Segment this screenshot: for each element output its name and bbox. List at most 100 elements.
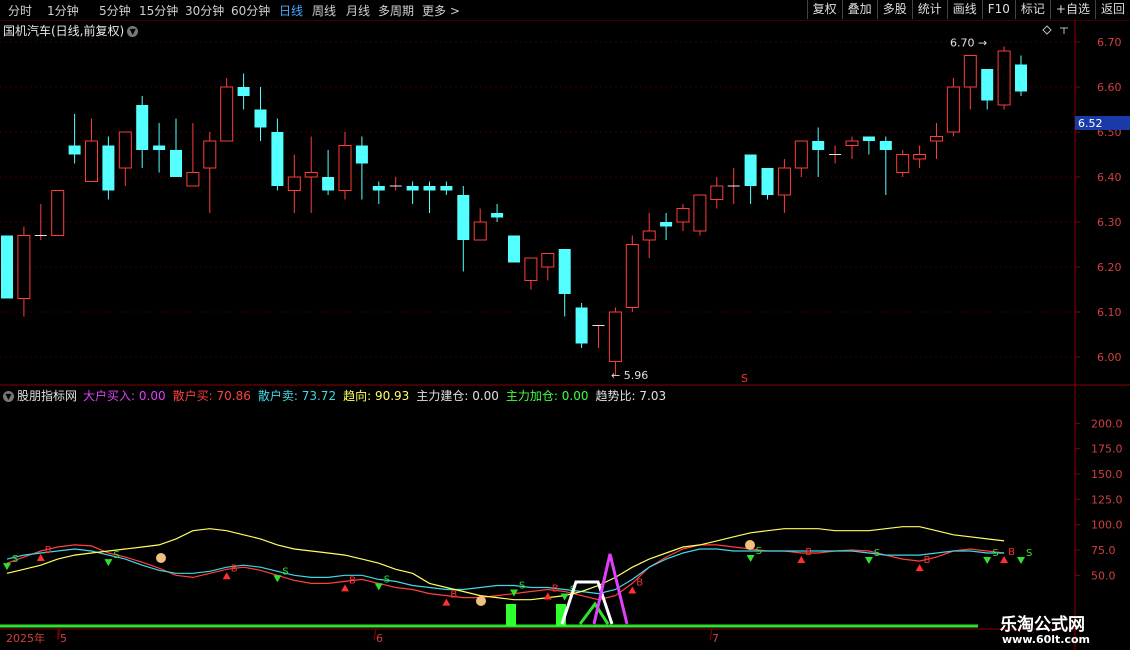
date-tick-mark xyxy=(709,628,713,641)
candle-body xyxy=(153,145,166,150)
period-tab-3[interactable]: 15分钟 xyxy=(139,2,178,19)
candle-body xyxy=(440,186,453,191)
buy-signal-label: B xyxy=(552,584,559,595)
sell-arrow-icon xyxy=(746,555,755,563)
candle-body xyxy=(744,154,757,186)
series-line xyxy=(6,526,1005,601)
sell-arrow-icon xyxy=(864,557,873,565)
indicator-field-3: 趋向: 90.93 xyxy=(343,389,409,403)
period-tab-5[interactable]: 60分钟 xyxy=(231,2,270,19)
add-position-shape xyxy=(578,601,610,625)
current-price-label: 6.52 xyxy=(1078,117,1103,130)
price-tick-label: 6.40 xyxy=(1097,171,1122,184)
grid-lines xyxy=(0,20,1130,650)
date-label: 5 xyxy=(60,632,67,645)
sell-arrow-icon xyxy=(983,557,992,565)
sell-signal-label: S xyxy=(282,566,288,577)
field-value: 90.93 xyxy=(374,389,410,403)
candle-body xyxy=(862,136,875,141)
indicator-field-1: 散户买: 70.86 xyxy=(173,389,251,403)
candle-body xyxy=(186,172,200,187)
draw-line-button[interactable]: 画线 xyxy=(946,0,982,19)
candle-body xyxy=(102,145,115,191)
sell-arrow-icon xyxy=(3,563,11,571)
period-tab-2[interactable]: 5分钟 xyxy=(99,2,131,19)
indicator-title: ▼ 股朋指标网 大户买入: 0.00 散户买: 70.86 散户卖: 73.72 趋向: … xyxy=(3,387,673,404)
field-value: 0.00 xyxy=(472,389,499,403)
candle-body xyxy=(676,208,690,223)
add-watchlist-button[interactable]: +自选 xyxy=(1049,0,1095,19)
hand-pointer-icon xyxy=(745,540,755,550)
mark-button[interactable]: 标记 xyxy=(1014,0,1050,19)
price-tick-label: 6.20 xyxy=(1097,261,1122,274)
field-label: 趋向: xyxy=(343,389,372,403)
indicator-name[interactable]: 股朋指标网 xyxy=(17,389,77,403)
watermark-title: 乐淘公式网 xyxy=(1000,615,1085,635)
period-tab-6[interactable]: 日线 xyxy=(279,2,303,19)
stock-title[interactable]: 国机汽车(日线,前复权) ▼ xyxy=(3,22,139,39)
multi-stock-button[interactable]: 多股 xyxy=(876,0,912,19)
expand-icon xyxy=(1060,27,1068,34)
hand-pointer-icon xyxy=(476,596,486,606)
buy-signal-label: B xyxy=(450,590,457,601)
buy-arrow-icon xyxy=(222,572,231,580)
fuquan-button[interactable]: 复权 xyxy=(806,0,842,19)
f10-button[interactable]: F10 xyxy=(981,0,1015,19)
candle-body xyxy=(660,222,673,227)
indicator-tick-label: 100.0 xyxy=(1091,519,1123,532)
candle-body xyxy=(642,230,656,241)
sell-signal-label: S xyxy=(519,580,525,591)
candle-body xyxy=(524,257,538,281)
period-tab-1[interactable]: 1分钟 xyxy=(47,2,79,19)
candle-body xyxy=(508,235,520,263)
buy-arrow-icon xyxy=(915,564,924,572)
period-toolbar: 分时 1分钟 5分钟 15分钟 30分钟 60分钟 日线 周线 月线 多周期 更… xyxy=(0,0,1130,21)
indicator-tick-label: 50.0 xyxy=(1091,569,1116,582)
price-tick-label: 6.50 xyxy=(1097,126,1122,139)
candle-body xyxy=(68,145,81,155)
candle-body xyxy=(322,177,335,191)
candle-body xyxy=(879,141,892,150)
buy-arrow-icon xyxy=(341,584,349,592)
buy-arrow-icon xyxy=(628,586,637,594)
series-line xyxy=(6,548,1005,595)
field-value: 7.03 xyxy=(639,389,667,403)
candle-body xyxy=(491,213,504,218)
candle-body xyxy=(1015,64,1027,92)
chevron-down-icon[interactable]: ▼ xyxy=(127,26,139,37)
period-tab-7[interactable]: 周线 xyxy=(312,2,336,19)
more-tab[interactable]: 更多 > xyxy=(422,2,460,19)
sell-signal-label: S xyxy=(570,585,576,596)
candle-body xyxy=(355,145,368,164)
candle-body xyxy=(271,132,284,186)
build-position-shape xyxy=(560,580,614,625)
period-tab-8[interactable]: 月线 xyxy=(346,2,370,19)
candle-body xyxy=(608,311,622,362)
indicator-tick-label: 150.0 xyxy=(1091,468,1123,481)
field-label: 散户卖: xyxy=(257,389,298,403)
indicator-layer: SB SB SB SBS B SBS B SBS B S xyxy=(0,526,1032,628)
buy-arrow-icon xyxy=(442,598,451,606)
stats-button[interactable]: 统计 xyxy=(911,0,947,19)
candle-body xyxy=(710,185,724,200)
date-label: 7 xyxy=(712,632,719,645)
period-tab-9[interactable]: 多周期 xyxy=(378,2,414,19)
sell-arrow-icon xyxy=(273,575,282,583)
sell-arrow-icon xyxy=(560,593,569,601)
chevron-down-icon[interactable]: ▼ xyxy=(3,391,14,402)
candle-body xyxy=(946,86,960,133)
chart-canvas[interactable]: 6.70 →← 5.96 S SB SB SB SBS B SBS B SBS B S 6.706.… xyxy=(0,0,1130,650)
watermark-url: www.60lt.com xyxy=(1002,633,1091,646)
candle-body xyxy=(963,55,977,88)
sell-signal-label: S xyxy=(992,548,998,559)
candlestick-layer: 6.70 → ← 5.96 S xyxy=(1,37,1027,385)
candle-body xyxy=(812,141,825,150)
candle-body xyxy=(136,105,149,150)
sell-signal-label: S xyxy=(12,554,18,565)
period-tab-4[interactable]: 30分钟 xyxy=(185,2,224,19)
buy-signal-label: B xyxy=(45,545,52,556)
overlay-button[interactable]: 叠加 xyxy=(841,0,877,19)
period-tab-0[interactable]: 分时 xyxy=(8,2,32,19)
back-button[interactable]: 返回 xyxy=(1094,0,1130,19)
buy-signal-label: B xyxy=(349,575,356,586)
